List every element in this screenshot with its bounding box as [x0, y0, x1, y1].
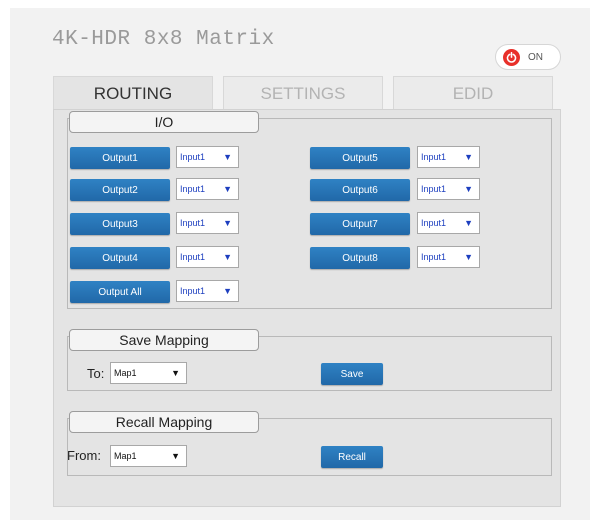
- output6-input-select[interactable]: Input1 ▼: [417, 178, 480, 200]
- tab-routing[interactable]: ROUTING: [53, 76, 213, 110]
- dropdown-arrow-icon: ▼: [171, 368, 180, 378]
- dropdown-arrow-icon: ▼: [223, 286, 232, 296]
- tab-settings[interactable]: SETTINGS: [223, 76, 383, 110]
- output7-button[interactable]: Output7: [310, 213, 410, 235]
- output3-input-select[interactable]: Input1 ▼: [176, 212, 239, 234]
- dropdown-arrow-icon: ▼: [464, 218, 473, 228]
- output-all-input-select[interactable]: Input1 ▼: [176, 280, 239, 302]
- power-status-label: ON: [528, 51, 543, 63]
- recall-mapping-legend: Recall Mapping: [69, 411, 259, 433]
- output6-button[interactable]: Output6: [310, 179, 410, 201]
- output4-input-select[interactable]: Input1 ▼: [176, 246, 239, 268]
- output7-input-select[interactable]: Input1 ▼: [417, 212, 480, 234]
- output4-button[interactable]: Output4: [70, 247, 170, 269]
- dropdown-arrow-icon: ▼: [171, 451, 180, 461]
- dropdown-arrow-icon: ▼: [464, 184, 473, 194]
- recall-map-select[interactable]: Map1 ▼: [110, 445, 187, 467]
- save-map-select[interactable]: Map1 ▼: [110, 362, 187, 384]
- output-all-button[interactable]: Output All: [70, 281, 170, 303]
- output5-button[interactable]: Output5: [310, 147, 410, 169]
- output5-input-select[interactable]: Input1 ▼: [417, 146, 480, 168]
- app-title: 4K-HDR 8x8 Matrix: [52, 28, 275, 51]
- dropdown-arrow-icon: ▼: [464, 152, 473, 162]
- save-mapping-legend: Save Mapping: [69, 329, 259, 351]
- output3-button[interactable]: Output3: [70, 213, 170, 235]
- dropdown-arrow-icon: ▼: [464, 252, 473, 262]
- output8-button[interactable]: Output8: [310, 247, 410, 269]
- tab-edid[interactable]: EDID: [393, 76, 553, 110]
- save-button[interactable]: Save: [321, 363, 383, 385]
- power-toggle[interactable]: ON: [495, 44, 561, 70]
- routing-content: I/O Output1 Input1 ▼ Output2 Input1 ▼ Outp…: [53, 109, 561, 507]
- recall-from-label: From:: [67, 448, 101, 463]
- output1-input-select[interactable]: Input1 ▼: [176, 146, 239, 168]
- power-icon: [503, 48, 520, 66]
- dropdown-arrow-icon: ▼: [223, 218, 232, 228]
- output8-input-select[interactable]: Input1 ▼: [417, 246, 480, 268]
- recall-button[interactable]: Recall: [321, 446, 383, 468]
- dropdown-arrow-icon: ▼: [223, 184, 232, 194]
- dropdown-arrow-icon: ▼: [223, 152, 232, 162]
- io-legend: I/O: [69, 111, 259, 133]
- output2-input-select[interactable]: Input1 ▼: [176, 178, 239, 200]
- output2-button[interactable]: Output2: [70, 179, 170, 201]
- save-to-label: To:: [87, 366, 105, 381]
- dropdown-arrow-icon: ▼: [223, 252, 232, 262]
- output1-button[interactable]: Output1: [70, 147, 170, 169]
